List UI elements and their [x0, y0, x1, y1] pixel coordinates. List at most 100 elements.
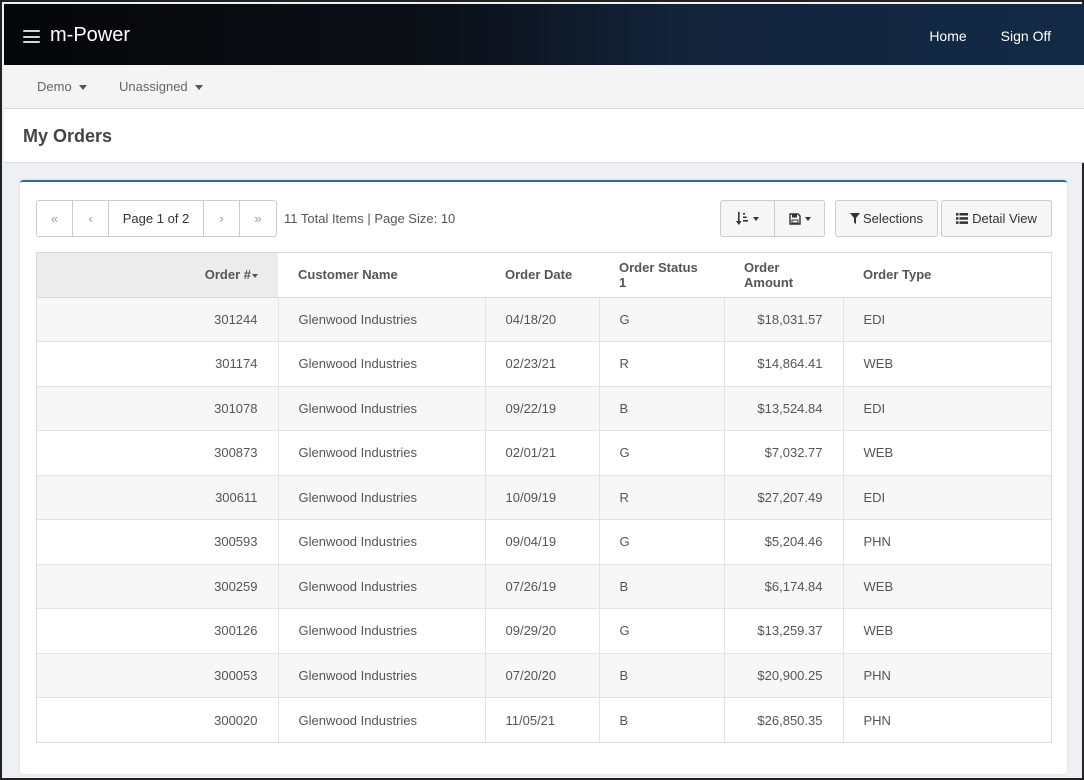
order-amount-cell: $20,900.25 [723, 652, 843, 698]
filter-icon [850, 213, 860, 224]
customer-name-cell: Glenwood Industries [277, 341, 485, 386]
table-row[interactable]: 300611 Glenwood Industries 10/09/19 R $27,20… [37, 474, 1051, 520]
sub-navbar: Demo Unassigned [4, 65, 1084, 109]
order-number-cell: 301244 [37, 296, 278, 342]
column-header-customer-name[interactable]: Customer Name [278, 253, 485, 298]
order-status-cell: B [598, 697, 724, 742]
page-header: My Orders [4, 109, 1084, 163]
order-number-cell: 301174 [37, 341, 278, 386]
order-date-cell: 02/01/21 [484, 430, 599, 475]
hamburger-menu-icon[interactable] [23, 30, 40, 43]
order-type-cell: PHN [842, 652, 1051, 698]
table-row[interactable]: 300020 Glenwood Industries 11/05/21 B $26,85… [37, 697, 1051, 742]
orders-table: Order # Customer Name Order Date Order S… [36, 252, 1052, 743]
column-header-order-type[interactable]: Order Type [843, 253, 1051, 298]
order-date-cell: 11/05/21 [484, 697, 599, 742]
pagination: « ‹ Page 1 of 2 › » [36, 200, 277, 237]
customer-name-cell: Glenwood Industries [277, 474, 485, 520]
order-type-cell: WEB [842, 563, 1051, 609]
column-header-order-date[interactable]: Order Date [485, 253, 599, 298]
orders-panel: « ‹ Page 1 of 2 › » 11 Total Items | Pag… [20, 180, 1067, 774]
detail-view-button[interactable]: Detail View [941, 200, 1052, 237]
order-amount-cell: $7,032.77 [723, 430, 843, 475]
order-status-cell: G [598, 430, 724, 475]
order-date-cell: 04/18/20 [484, 296, 599, 342]
order-type-cell: WEB [842, 430, 1051, 475]
selections-button[interactable]: Selections [835, 200, 938, 237]
order-number-cell: 300611 [37, 474, 278, 520]
customer-name-cell: Glenwood Industries [277, 430, 485, 475]
pagination-info: 11 Total Items | Page Size: 10 [284, 211, 456, 226]
order-type-cell: WEB [842, 341, 1051, 386]
detail-view-group: Detail View [941, 200, 1052, 237]
order-type-cell: PHN [842, 519, 1051, 564]
customer-name-cell: Glenwood Industries [277, 697, 485, 742]
order-status-cell: B [598, 563, 724, 609]
column-header-order-number[interactable]: Order # [37, 253, 278, 298]
order-date-cell: 02/23/21 [484, 341, 599, 386]
order-status-cell: B [598, 385, 724, 431]
order-number-cell: 300259 [37, 563, 278, 609]
customer-name-cell: Glenwood Industries [277, 519, 485, 564]
order-type-cell: EDI [842, 296, 1051, 342]
app-brand[interactable]: m-Power [50, 24, 130, 47]
order-date-cell: 10/09/19 [484, 474, 599, 520]
table-row[interactable]: 300873 Glenwood Industries 02/01/21 G $7,032… [37, 430, 1051, 475]
floppy-disk-icon [788, 212, 801, 225]
save-button[interactable] [774, 200, 825, 237]
order-amount-cell: $13,259.37 [723, 608, 843, 653]
customer-name-cell: Glenwood Industries [277, 563, 485, 609]
table-row[interactable]: 300593 Glenwood Industries 09/04/19 G $5,204… [37, 519, 1051, 564]
order-status-cell: R [598, 474, 724, 520]
table-header-row: Order # Customer Name Order Date Order S… [37, 253, 1051, 298]
order-status-cell: G [598, 296, 724, 342]
order-amount-cell: $6,174.84 [723, 563, 843, 609]
order-type-cell: EDI [842, 474, 1051, 520]
page-indicator[interactable]: Page 1 of 2 [109, 201, 204, 236]
sign-off-link[interactable]: Sign Off [1001, 28, 1051, 44]
order-date-cell: 09/22/19 [484, 385, 599, 431]
prev-page-button[interactable]: ‹ [73, 201, 109, 236]
table-row[interactable]: 300259 Glenwood Industries 07/26/19 B $6,174… [37, 563, 1051, 609]
order-date-cell: 09/04/19 [484, 519, 599, 564]
order-number-cell: 300053 [37, 652, 278, 698]
sort-amount-icon [736, 212, 749, 225]
sort-button[interactable] [720, 200, 774, 237]
list-icon [956, 213, 969, 224]
table-row[interactable]: 301078 Glenwood Industries 09/22/19 B $13,52… [37, 385, 1051, 431]
sort-desc-icon [252, 273, 258, 278]
order-status-cell: G [598, 608, 724, 653]
home-link[interactable]: Home [929, 28, 966, 44]
order-amount-cell: $18,031.57 [723, 296, 843, 342]
caret-down-icon [804, 216, 811, 221]
table-row[interactable]: 301244 Glenwood Industries 04/18/20 G $18,03… [37, 296, 1051, 342]
order-status-cell: G [598, 519, 724, 564]
table-row[interactable]: 300053 Glenwood Industries 07/20/20 B $20,90… [37, 652, 1051, 698]
order-date-cell: 07/20/20 [484, 652, 599, 698]
customer-name-cell: Glenwood Industries [277, 652, 485, 698]
customer-name-cell: Glenwood Industries [277, 296, 485, 342]
order-date-cell: 09/29/20 [484, 608, 599, 653]
order-number-cell: 300020 [37, 697, 278, 742]
column-header-label: Order # [204, 267, 251, 283]
first-page-button[interactable]: « [37, 201, 73, 236]
next-page-button[interactable]: › [204, 201, 240, 236]
order-type-cell: PHN [842, 697, 1051, 742]
order-number-cell: 300873 [37, 430, 278, 475]
last-page-button[interactable]: » [240, 201, 276, 236]
demo-dropdown[interactable]: Demo [37, 79, 87, 94]
detail-view-label: Detail View [972, 211, 1037, 226]
column-header-order-amount[interactable]: Order Amount [724, 253, 843, 298]
customer-name-cell: Glenwood Industries [277, 385, 485, 431]
table-row[interactable]: 300126 Glenwood Industries 09/29/20 G $13,25… [37, 608, 1051, 653]
order-status-cell: R [598, 341, 724, 386]
order-amount-cell: $13,524.84 [723, 385, 843, 431]
order-number-cell: 300593 [37, 519, 278, 564]
order-date-cell: 07/26/19 [484, 563, 599, 609]
unassigned-dropdown[interactable]: Unassigned [119, 79, 203, 94]
table-row[interactable]: 301174 Glenwood Industries 02/23/21 R $14,86… [37, 341, 1051, 386]
customer-name-cell: Glenwood Industries [277, 608, 485, 653]
order-type-cell: WEB [842, 608, 1051, 653]
caret-down-icon [753, 216, 759, 221]
column-header-order-status[interactable]: Order Status 1 [599, 253, 724, 298]
